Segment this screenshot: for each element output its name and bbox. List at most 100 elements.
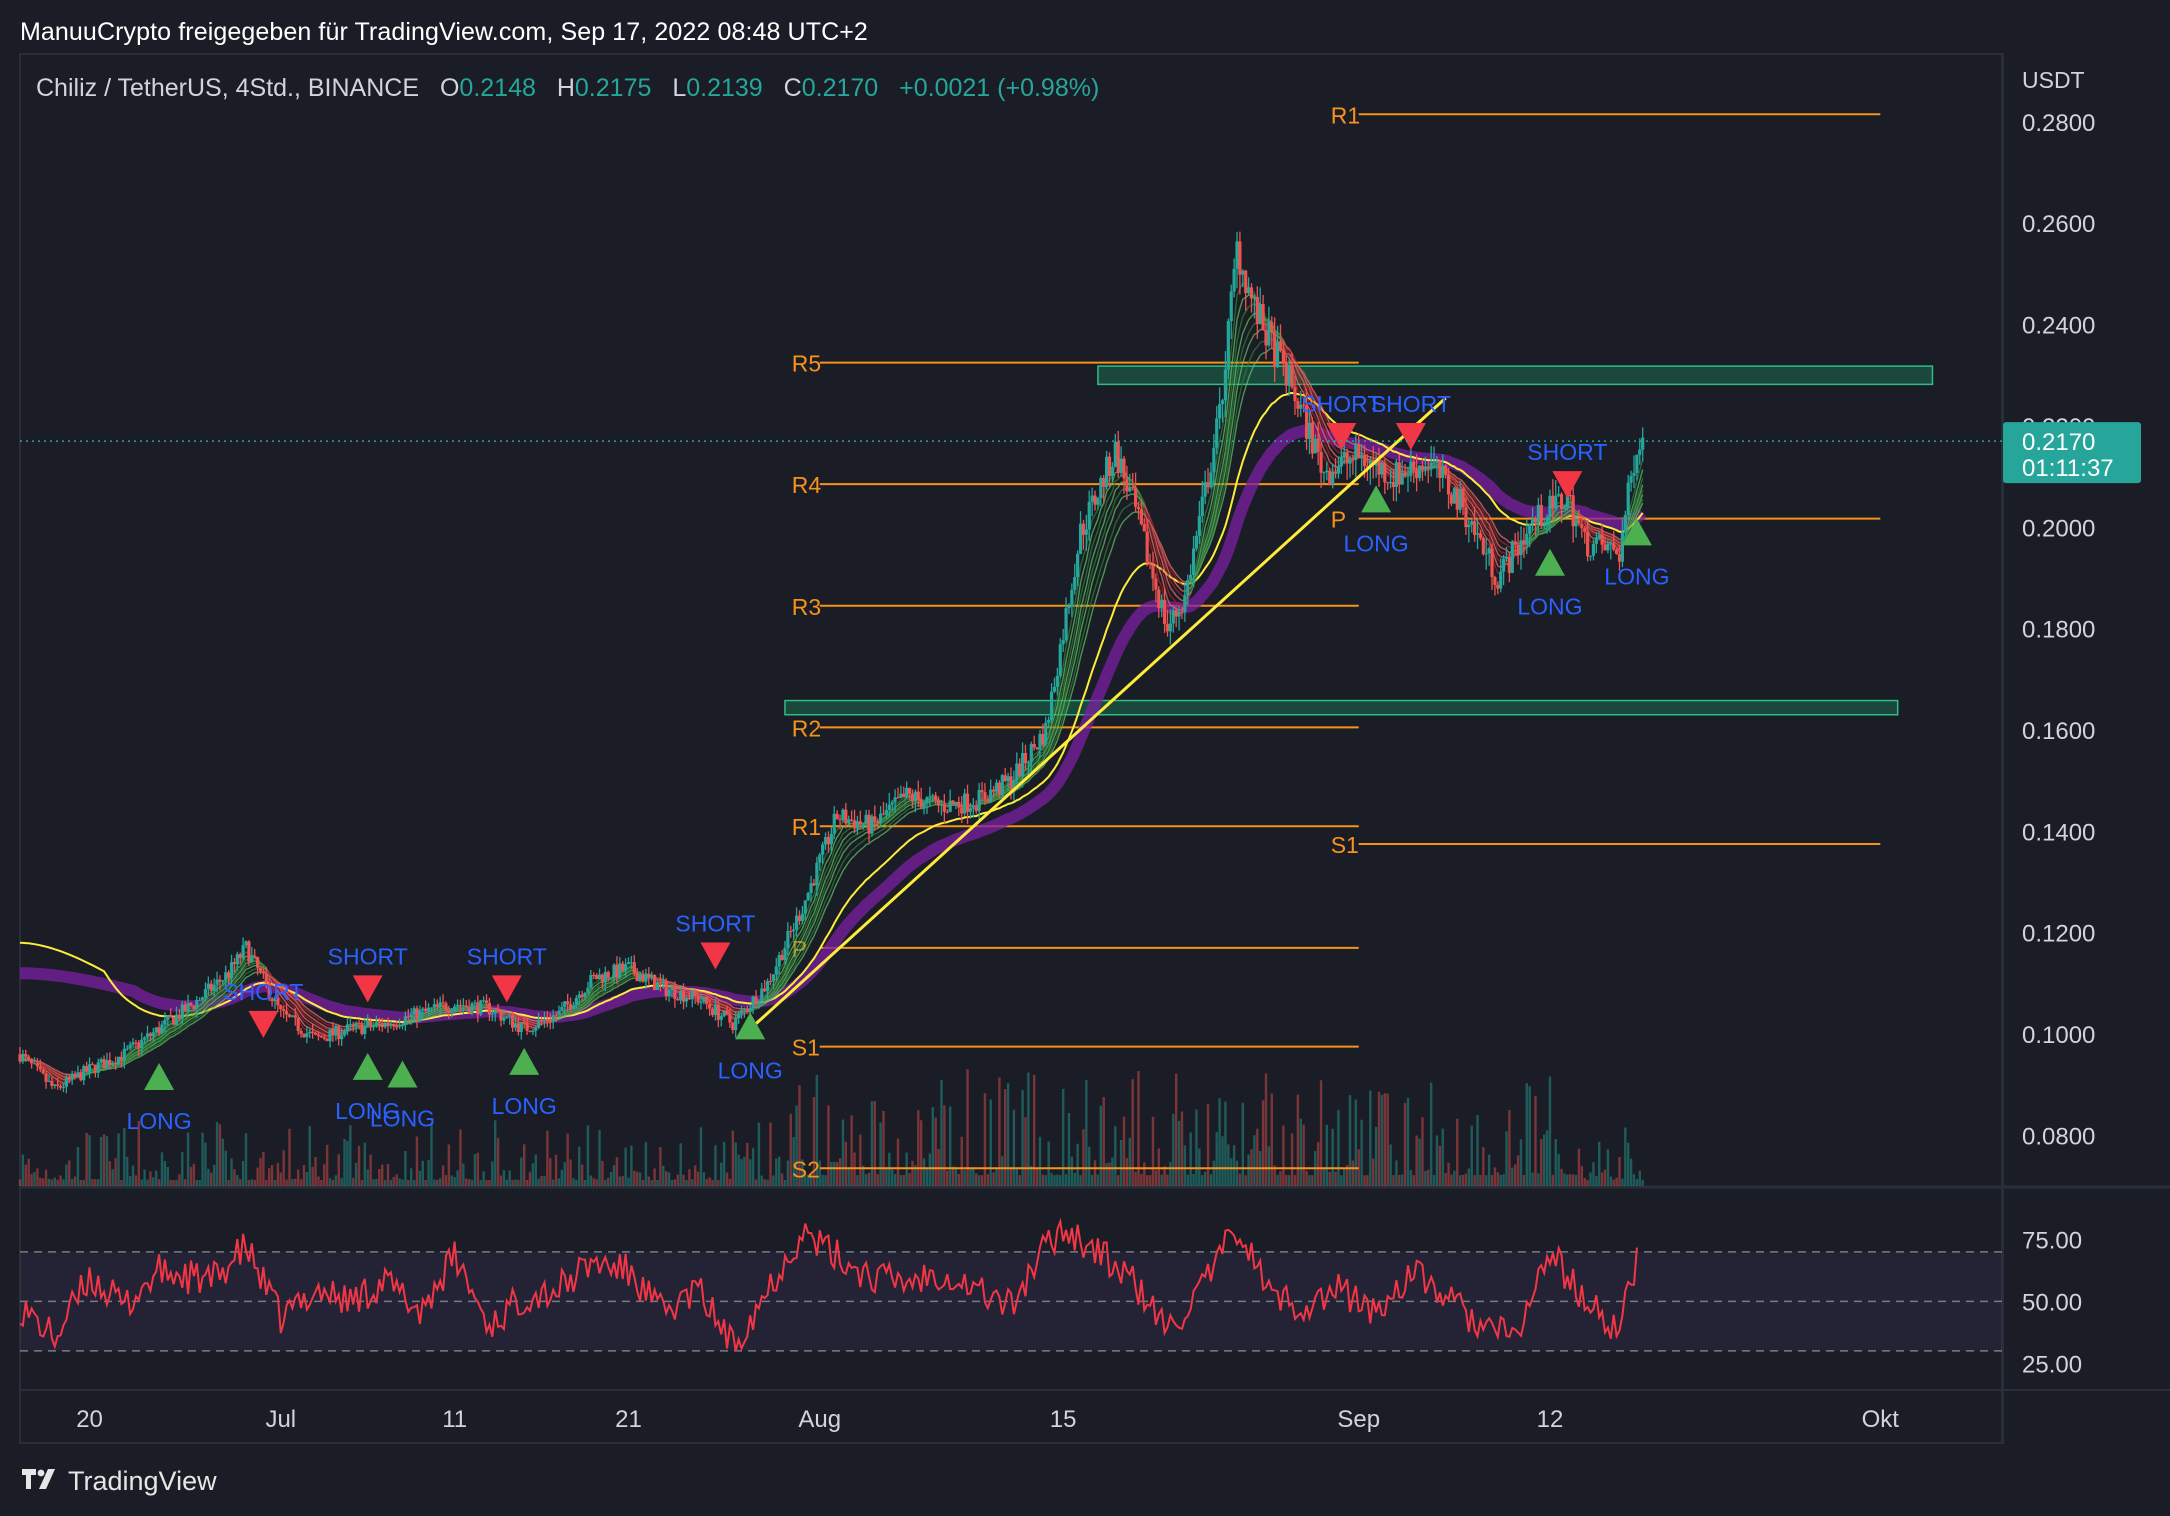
- ribbon-segment: [686, 987, 690, 990]
- volume-bar: [456, 1170, 459, 1186]
- volume-bar: [149, 1171, 152, 1186]
- volume-bar: [201, 1132, 204, 1186]
- ribbon-segment: [721, 1001, 725, 1005]
- volume-bar: [1102, 1096, 1105, 1186]
- volume-bar: [123, 1127, 126, 1186]
- volume-bar: [68, 1160, 71, 1186]
- volume-bar: [1409, 1170, 1413, 1186]
- volume-bar: [221, 1138, 225, 1186]
- volume-bar: [215, 1122, 219, 1186]
- volume-bar: [1528, 1086, 1531, 1186]
- volume-bar: [320, 1179, 323, 1186]
- volume-bar: [140, 1179, 143, 1186]
- volume-bar: [1450, 1174, 1453, 1186]
- volume-bar: [1143, 1162, 1146, 1186]
- ribbon-segment: [1132, 511, 1136, 514]
- ribbon-segment: [155, 1037, 160, 1041]
- pivot-label-r5: R5: [792, 351, 821, 377]
- volume-bar: [1580, 1165, 1584, 1186]
- volume-bar: [1519, 1139, 1523, 1186]
- supply-demand-zone: [784, 699, 1899, 716]
- volume-bar: [783, 1179, 787, 1186]
- volume-bar: [1224, 1101, 1227, 1186]
- volume-bar: [128, 1176, 132, 1186]
- volume-bar: [980, 1175, 984, 1186]
- volume-bar: [954, 1166, 958, 1186]
- volume-bar: [563, 1162, 566, 1186]
- volume-bar: [1537, 1173, 1540, 1186]
- volume-bar: [1079, 1175, 1082, 1186]
- volume-bar: [893, 1174, 897, 1186]
- volume-bar: [288, 1128, 291, 1186]
- volume-bar: [769, 1122, 772, 1186]
- volume-bar: [1166, 1174, 1169, 1186]
- volume-bar: [1424, 1171, 1427, 1186]
- volume-bar: [902, 1174, 905, 1186]
- volume-bar: [775, 1158, 778, 1186]
- volume-bar: [1638, 1170, 1641, 1186]
- volume-bar: [340, 1178, 343, 1186]
- volume-bar: [1085, 1079, 1088, 1186]
- volume-bar: [169, 1179, 172, 1186]
- volume-bar: [725, 1172, 729, 1186]
- volume-bar: [589, 1175, 593, 1186]
- volume-bar: [108, 1161, 112, 1186]
- volume-bar: [873, 1101, 877, 1186]
- volume-bar: [1621, 1178, 1624, 1186]
- volume-bar: [604, 1179, 607, 1186]
- volume-bar: [517, 1179, 520, 1186]
- volume-bar: [664, 1171, 668, 1186]
- volume-bar: [1583, 1178, 1586, 1186]
- volume-bar: [699, 1127, 703, 1186]
- volume-bar: [462, 1163, 465, 1186]
- volume-bar: [859, 1134, 862, 1186]
- volume-bar: [369, 1154, 372, 1186]
- volume-bar: [1145, 1175, 1149, 1186]
- volume-bar: [702, 1172, 706, 1186]
- volume-bar: [621, 1176, 624, 1186]
- volume-bar: [1285, 1174, 1288, 1186]
- volume-bar: [465, 1178, 468, 1186]
- volume-bar: [1212, 1160, 1216, 1186]
- volume-bar: [1316, 1142, 1320, 1186]
- volume-bar: [247, 1179, 251, 1186]
- volume-bar: [520, 1157, 523, 1186]
- volume-bar: [1302, 1124, 1305, 1186]
- volume-bar: [1337, 1109, 1340, 1186]
- chart-canvas[interactable]: R5R4R3R2R1PS1S2R1PS1LONGSHORTSHORTLONGLO…: [0, 0, 2170, 1516]
- volume-bar: [1114, 1126, 1117, 1186]
- volume-bar: [291, 1178, 294, 1186]
- volume-bar: [830, 1161, 833, 1186]
- volume-bar: [1111, 1157, 1114, 1186]
- volume-bar: [1235, 1160, 1239, 1186]
- ribbon-segment: [428, 1016, 432, 1019]
- volume-bar: [282, 1150, 285, 1186]
- volume-bar: [525, 1180, 529, 1186]
- volume-bar: [1392, 1175, 1395, 1186]
- volume-bar: [82, 1179, 85, 1186]
- volume-bar: [1131, 1079, 1134, 1186]
- volume-bar: [1403, 1103, 1407, 1186]
- ribbon-segment: [721, 1000, 725, 1003]
- volume-bar: [409, 1168, 413, 1186]
- volume-bar: [88, 1135, 91, 1186]
- volume-bar: [899, 1174, 903, 1186]
- volume-bar: [569, 1159, 572, 1186]
- volume-bar: [1021, 1089, 1024, 1186]
- volume-bar: [838, 1158, 842, 1186]
- volume-bar: [1308, 1175, 1311, 1186]
- volume-bar: [708, 1177, 711, 1186]
- volume-bar: [1363, 1175, 1366, 1186]
- volume-bar: [1612, 1179, 1615, 1186]
- volume-bar: [1629, 1158, 1633, 1186]
- volume-bar: [821, 1174, 824, 1186]
- volume-bar: [1464, 1173, 1468, 1186]
- volume-bar: [499, 1175, 503, 1186]
- volume-bar: [207, 1168, 210, 1186]
- volume-bar: [919, 1120, 923, 1186]
- volume-bar: [667, 1172, 671, 1186]
- volume-bar: [1398, 1174, 1401, 1186]
- volume-bar: [1108, 1162, 1111, 1186]
- volume-bar: [1435, 1135, 1439, 1186]
- volume-bar: [647, 1176, 650, 1186]
